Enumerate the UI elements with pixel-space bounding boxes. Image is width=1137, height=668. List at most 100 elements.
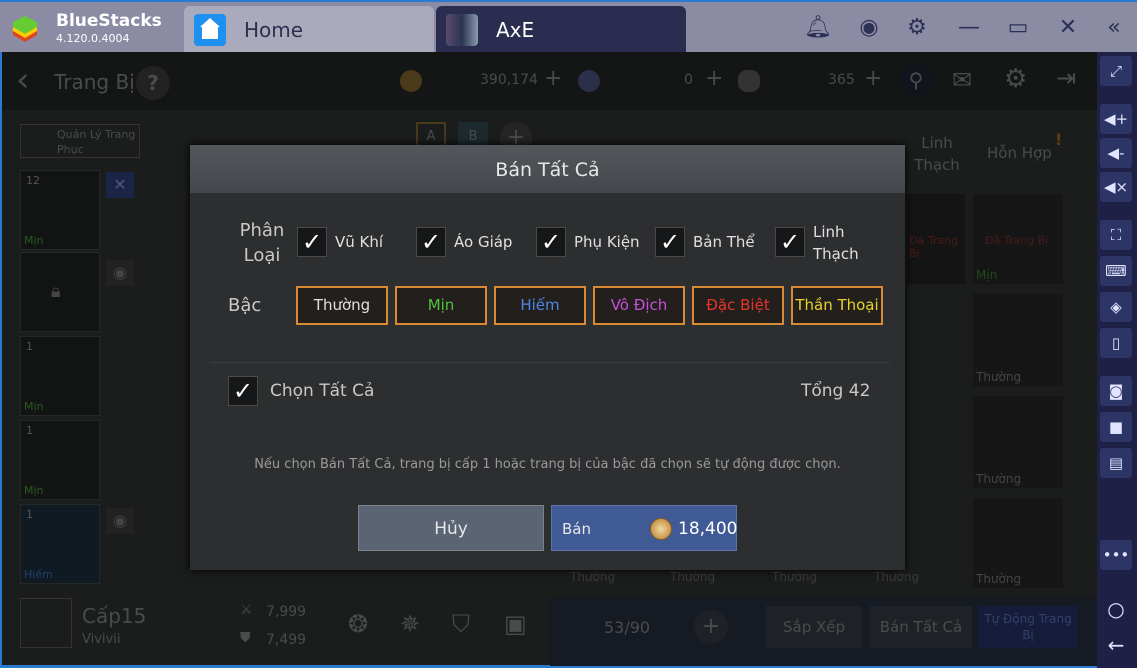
checkbox-vu-khi[interactable]: ✓ [297, 227, 327, 257]
sell-all-button[interactable]: Bán Tất Cả [870, 606, 972, 648]
account-icon[interactable]: ◉ [855, 14, 883, 42]
grade-vo-dich-button[interactable]: Vô Địch [593, 286, 685, 325]
grade-label: Bậc [228, 295, 262, 316]
app-name: BlueStacks [56, 11, 162, 31]
back-icon[interactable]: ← [1100, 630, 1132, 660]
checkbox-label: Linh Thạch [813, 223, 859, 263]
collapse-icon[interactable]: « [1100, 14, 1128, 42]
inventory-item[interactable]: Thường [973, 498, 1063, 588]
checkbox-label: Áo Giáp [454, 233, 513, 251]
shield-icon: ⛊ [240, 630, 251, 646]
tab-linh-thach[interactable]: Linh Thạch [907, 132, 967, 176]
inventory-grade: Thường [670, 570, 716, 584]
grade-thuong-button[interactable]: Thường [296, 286, 388, 325]
search-icon[interactable]: ⚲ [900, 64, 932, 96]
inventory-capacity: 53/90 [604, 618, 651, 637]
alert-icon: ! [1055, 130, 1063, 149]
sell-button[interactable]: Bán 18,400 [551, 505, 737, 551]
select-all-label: Chọn Tất Cả [270, 381, 375, 401]
mail-icon[interactable]: ✉ [952, 66, 972, 94]
equip-slot[interactable]: 1 Mịn [20, 420, 100, 500]
unequip-icon[interactable]: ✕ [106, 172, 134, 198]
sort-button[interactable]: Sắp Xếp [766, 606, 862, 648]
grade-than-thoai-button[interactable]: Thần Thoại [791, 286, 883, 325]
tab-home[interactable]: Home [184, 6, 434, 54]
controls-icon[interactable]: ◈ [1100, 292, 1132, 322]
inventory-item[interactable]: Đã Trang Bị Mịn [973, 194, 1063, 284]
stone-amount: 365 [828, 72, 855, 88]
home-icon [194, 14, 226, 46]
select-all-checkbox[interactable]: ✓ [228, 376, 258, 406]
inventory-grade: Thường [772, 570, 818, 584]
add-stone-button[interactable]: + [864, 66, 882, 91]
page-title: Trang Bị [54, 70, 135, 94]
player-level: Cấp15 [82, 604, 147, 628]
gear-icon[interactable]: ⚙ [903, 14, 931, 42]
close-icon[interactable]: ✕ [1054, 14, 1082, 42]
record-icon[interactable]: ■ [1100, 412, 1132, 442]
screenshot-icon[interactable]: ◙ [1100, 376, 1132, 406]
costume-manager-button[interactable]: Quản Lý Trang Phục [20, 124, 140, 158]
lock-icon: 🔒︎ [51, 281, 61, 302]
exit-icon[interactable]: ⇥ [1056, 64, 1076, 92]
divider [210, 362, 890, 363]
book-icon[interactable]: ▣ [504, 610, 527, 638]
portrait-icon[interactable]: ▯ [1100, 328, 1132, 358]
help-button[interactable]: ? [136, 66, 170, 100]
minimize-icon[interactable]: — [955, 14, 983, 42]
mute-icon[interactable]: ◀× [1100, 172, 1132, 202]
fullscreen-icon[interactable]: ⤢ [1100, 56, 1132, 86]
checkbox-ao-giap[interactable]: ✓ [416, 227, 446, 257]
keyboard-icon[interactable]: ⌨ [1100, 256, 1132, 286]
maximize-icon[interactable]: ▭ [1004, 14, 1032, 42]
equip-slot[interactable]: 1 Mịn [20, 336, 100, 416]
grade-hiem-button[interactable]: Hiếm [494, 286, 586, 325]
volume-down-icon[interactable]: ◀- [1100, 138, 1132, 168]
guild-emblem-icon [20, 598, 72, 648]
checkbox-ban-the[interactable]: ✓ [655, 227, 685, 257]
app-version: 4.120.0.4004 [56, 32, 130, 45]
category-label: Phân Loại [239, 220, 285, 266]
auto-equip-button[interactable]: Tự Động Trang Bị [978, 606, 1078, 648]
bluestacks-sidebar: ⤢ ◀+ ◀- ◀× ⛶ ⌨ ◈ ▯ ◙ ■ ▤ ••• ○ ← [1097, 52, 1137, 668]
equip-slot[interactable]: 1 Hiếm [20, 504, 100, 584]
inventory-item[interactable]: Thường [973, 396, 1063, 488]
tab-label: AxE [496, 18, 535, 42]
gold-coin-icon [650, 518, 672, 540]
home-icon[interactable]: ○ [1100, 594, 1132, 624]
inventory-item[interactable]: Đã Trang Bị [907, 194, 965, 284]
inventory-grade: Thường [874, 570, 920, 584]
wing-icon[interactable]: ❂ [348, 610, 368, 638]
eye-icon[interactable]: ◉ [106, 260, 134, 286]
checkbox-label: Vũ Khí [335, 233, 384, 251]
bell-icon[interactable]: 🔔︎ [804, 14, 832, 42]
inventory-item[interactable]: Thường [973, 294, 1063, 386]
grade-min-button[interactable]: Mịn [395, 286, 487, 325]
more-icon[interactable]: ••• [1100, 540, 1132, 570]
checkbox-phu-kien[interactable]: ✓ [536, 227, 566, 257]
cancel-button[interactable]: Hủy [358, 505, 544, 551]
expand-inventory-button[interactable]: + [694, 610, 728, 644]
sword-icon: ⚔ [240, 602, 253, 618]
checkbox-linh-thach[interactable]: ✓ [775, 227, 805, 257]
add-gem-button[interactable]: + [705, 66, 723, 91]
screen-resize-icon[interactable]: ⛶ [1100, 220, 1132, 250]
checkbox-label: Phụ Kiện [574, 233, 640, 251]
equip-slot-locked[interactable]: 🔒︎ [20, 252, 100, 332]
tab-axe[interactable]: AxE [436, 6, 686, 54]
eye-icon[interactable]: ◉ [106, 508, 134, 534]
back-icon[interactable]: ‹ [16, 60, 30, 100]
sell-label: Bán [562, 520, 591, 538]
tab-hon-hop[interactable]: Hỗn Hợp [987, 144, 1052, 162]
player-name: Vivivii [82, 632, 121, 647]
helmet-icon[interactable]: ⛉ [452, 610, 470, 638]
add-gold-button[interactable]: + [544, 66, 562, 91]
media-icon[interactable]: ▤ [1100, 448, 1132, 478]
star-emblem-icon[interactable]: ✵ [400, 610, 420, 638]
grade-dac-biet-button[interactable]: Đặc Biệt [692, 286, 784, 325]
checkbox-label: Bản Thể [693, 233, 755, 251]
equip-slot[interactable]: 12 Mịn [20, 170, 100, 250]
settings-icon[interactable]: ⚙ [1004, 64, 1027, 94]
volume-up-icon[interactable]: ◀+ [1100, 104, 1132, 134]
sell-all-dialog: Bán Tất Cả Phân Loại ✓ Vũ Khí ✓ Áo Giáp … [190, 145, 905, 570]
